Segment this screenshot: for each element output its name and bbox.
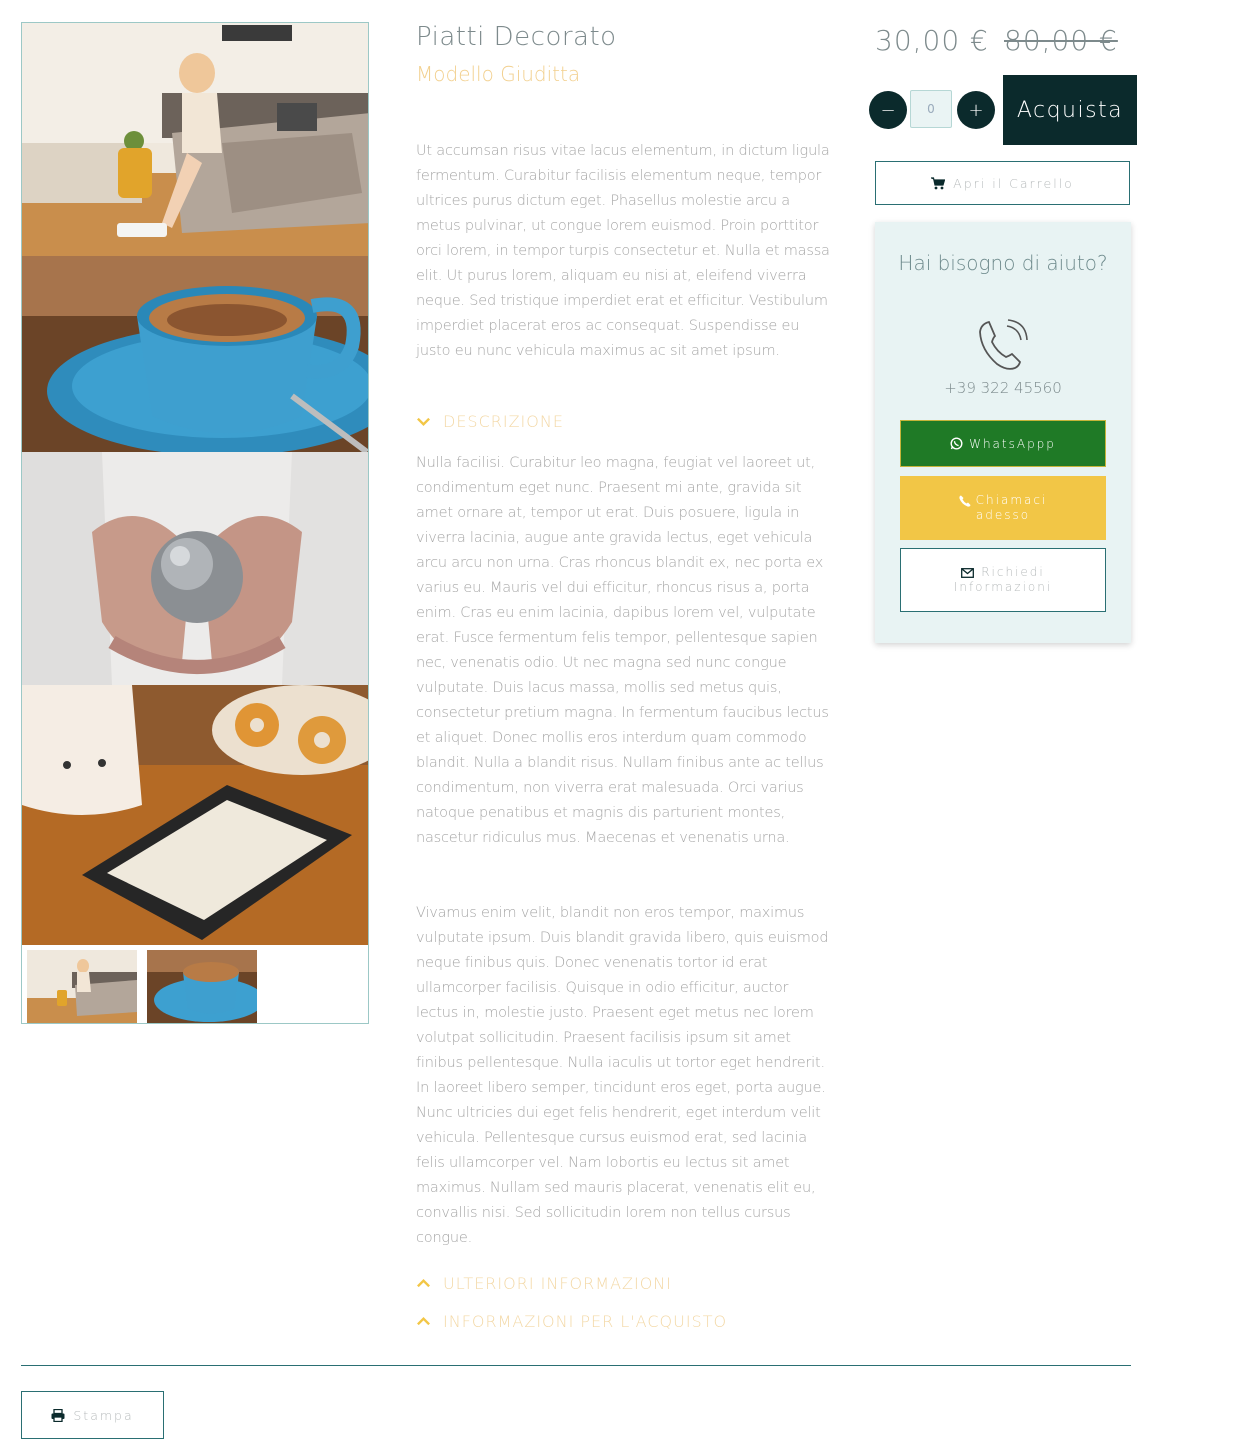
print-button[interactable]: Stampa (21, 1391, 164, 1439)
open-cart-button[interactable]: Apri il Carrello (875, 161, 1130, 205)
product-gallery (21, 22, 369, 1024)
section-label-more-info: ULTERIORI INFORMAZIONI (443, 1274, 672, 1293)
section-label-purchase-info: INFORMAZIONI PER L'ACQUISTO (443, 1312, 728, 1331)
whatsapp-button[interactable]: WhatsAppp (900, 420, 1106, 467)
gallery-image-ereader[interactable] (22, 685, 368, 945)
chevron-down-icon (416, 414, 431, 429)
call-now-button[interactable]: Chiamaci adesso (900, 476, 1106, 540)
gallery-image-ornament[interactable] (22, 452, 368, 685)
gallery-thumbnail-2[interactable] (147, 950, 257, 1023)
request-info-label-line-1: Richiedi (981, 565, 1045, 579)
section-toggle-description[interactable]: DESCRIZIONE (416, 412, 564, 431)
description-paragraph-2: Vivamus enim velit, blandit non eros tem… (416, 905, 829, 1246)
quantity-increase-button[interactable]: + (957, 91, 995, 129)
price-old: 80,00 € (1004, 24, 1118, 57)
quantity-decrease-button[interactable]: − (869, 91, 907, 129)
print-label: Stampa (73, 1407, 134, 1423)
chevron-up-icon (416, 1276, 431, 1291)
whatsapp-label: WhatsAppp (969, 436, 1056, 451)
product-subtitle: Modello Giuditta (416, 62, 581, 86)
envelope-icon (961, 567, 975, 578)
buy-button[interactable]: Acquista (1003, 75, 1137, 145)
quantity-input[interactable] (910, 90, 952, 128)
shopping-cart-icon (931, 176, 946, 190)
phone-icon (975, 316, 1031, 372)
open-cart-label: Apri il Carrello (953, 175, 1074, 191)
product-title: Piatti Decorato (416, 22, 617, 52)
phone-icon (959, 495, 971, 507)
section-toggle-more-info[interactable]: ULTERIORI INFORMAZIONI (416, 1274, 672, 1293)
product-short-description: Ut accumsan risus vitae lacus elementum,… (416, 143, 830, 359)
call-label-line-1: Chiamaci (975, 493, 1048, 507)
section-divider (21, 1365, 1131, 1366)
section-label-description: DESCRIZIONE (443, 412, 564, 431)
request-info-button[interactable]: Richiedi Informazioni (900, 548, 1106, 612)
price-current: 30,00 € (875, 24, 989, 57)
chevron-up-icon (416, 1314, 431, 1329)
help-phone-number: +39 322 45560 (944, 379, 1062, 397)
call-label-line-2: adesso (975, 508, 1031, 522)
help-title: Hai bisogno di aiuto? (898, 251, 1108, 275)
whatsapp-icon (950, 437, 963, 450)
request-info-label-line-2: Informazioni (953, 580, 1053, 594)
description-paragraph-1: Nulla facilisi. Curabitur leo magna, feu… (416, 455, 829, 846)
printer-icon (51, 1408, 65, 1422)
gallery-image-coffee-cup[interactable] (22, 256, 368, 452)
gallery-thumbnail-1[interactable] (27, 950, 137, 1023)
section-toggle-purchase-info[interactable]: INFORMAZIONI PER L'ACQUISTO (416, 1312, 727, 1331)
help-box: Hai bisogno di aiuto? +39 322 45560 What… (875, 222, 1131, 643)
gallery-image-bedroom[interactable] (22, 23, 368, 256)
